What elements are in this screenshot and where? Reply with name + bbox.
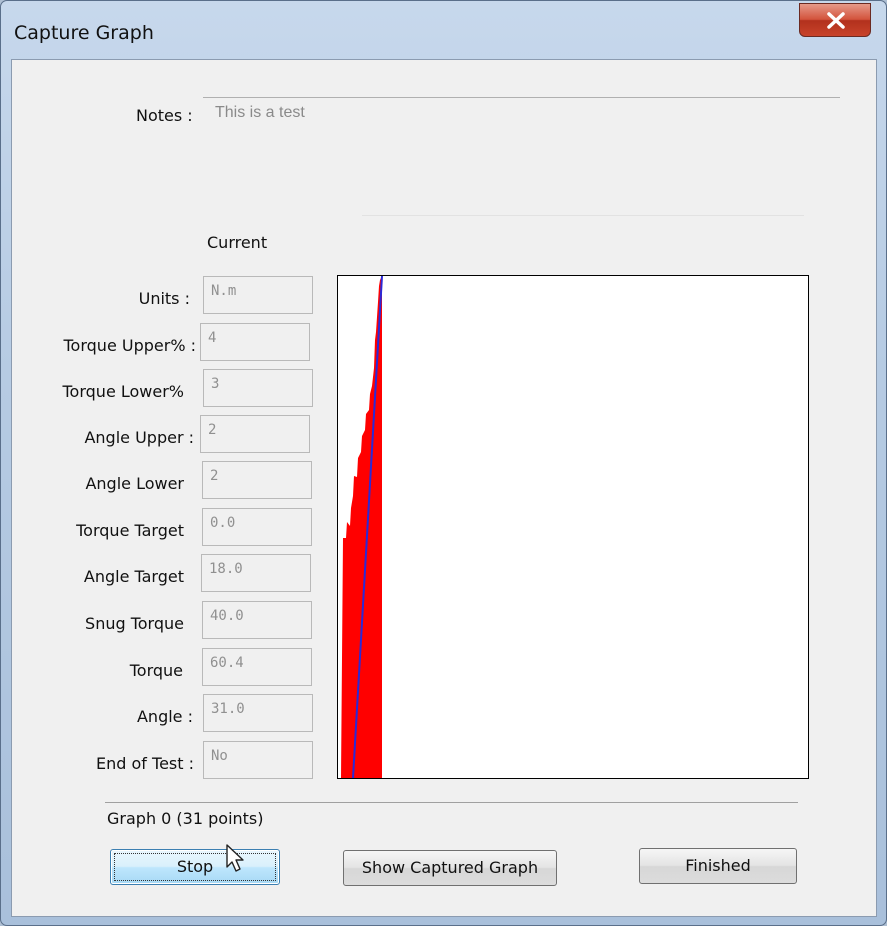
torque-fill-area [341, 276, 382, 778]
end-of-test-field[interactable]: No [203, 741, 313, 779]
graph-plot [341, 276, 383, 778]
window-title: Capture Graph [14, 22, 154, 44]
title-bar[interactable]: Capture Graph [1, 1, 886, 59]
torque-target-label: Torque Target [76, 521, 184, 540]
mouse-pointer-icon [226, 844, 244, 872]
torque-upper-label: Torque Upper% : [63, 336, 197, 355]
angle-lower-field[interactable]: 2 [202, 461, 312, 499]
current-header: Current [207, 233, 268, 252]
angle-upper-field[interactable]: 2 [200, 415, 310, 453]
torque-lower-label: Torque Lower% [62, 382, 185, 401]
angle-lower-label: Angle Lower [85, 474, 184, 493]
close-button[interactable] [799, 3, 871, 37]
snug-torque-label: Snug Torque [85, 614, 184, 633]
finished-button[interactable]: Finished [639, 848, 797, 884]
torque-target-field[interactable]: 0.0 [202, 508, 312, 546]
stop-button[interactable]: Stop [110, 849, 280, 885]
torque-label: Torque [129, 661, 183, 680]
dialog-client-area: Notes : This is a test Current Units : N… [11, 59, 877, 917]
torque-field[interactable]: 60.4 [202, 648, 312, 686]
angle-target-label: Angle Target [83, 567, 184, 586]
units-field[interactable]: N.m [203, 276, 313, 314]
torque-lower-field[interactable]: 3 [203, 369, 313, 407]
torque-angle-graph [337, 275, 809, 779]
snug-torque-field[interactable]: 40.0 [202, 601, 312, 639]
notes-field[interactable]: This is a test [203, 97, 840, 215]
capture-graph-dialog: Capture Graph Notes : This is a test Cur… [0, 0, 887, 926]
notes-divider [362, 215, 804, 216]
end-of-test-label: End of Test : [96, 754, 194, 773]
close-icon [827, 12, 845, 29]
show-captured-graph-button[interactable]: Show Captured Graph [343, 850, 557, 886]
angle-label: Angle : [136, 707, 193, 726]
status-bar: Graph 0 (31 points) [105, 802, 798, 832]
units-label: Units : [138, 289, 190, 308]
angle-target-field[interactable]: 18.0 [201, 554, 311, 592]
notes-label: Notes : [136, 106, 193, 125]
torque-upper-field[interactable]: 4 [200, 323, 310, 361]
angle-field[interactable]: 31.0 [203, 694, 313, 732]
angle-upper-label: Angle Upper : [84, 428, 194, 447]
